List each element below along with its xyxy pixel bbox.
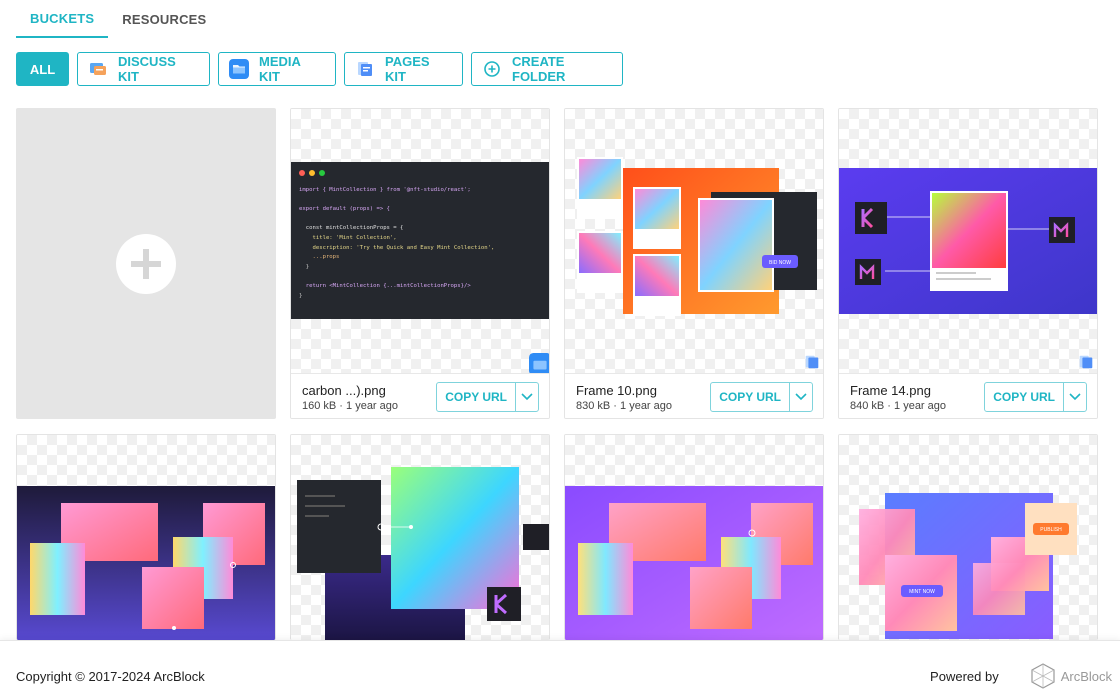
svg-text:MINT NOW: MINT NOW xyxy=(909,589,935,595)
file-thumbnail[interactable]: PUBLISH MINT NOW xyxy=(839,435,1097,640)
plus-circle-icon xyxy=(482,59,502,79)
create-folder-label: CREATE FOLDER xyxy=(512,54,566,84)
file-card[interactable]: Frame 14.png 840 kB · 1 year ago COPY UR… xyxy=(838,108,1098,419)
code-screenshot: import { MintCollection } from '@nft-stu… xyxy=(291,162,549,319)
frame-10-image: BID NOW xyxy=(577,157,817,316)
svg-text:BID NOW: BID NOW xyxy=(769,260,791,266)
upload-tile[interactable] xyxy=(16,108,276,419)
file-thumbnail[interactable]: BID NOW xyxy=(565,109,823,373)
filter-all-button[interactable]: ALL xyxy=(16,52,69,86)
arcblock-logo-text: ArcBlock xyxy=(1060,668,1112,684)
file-meta: Frame 10.png 830 kB · 1 year ago COPY UR… xyxy=(565,373,823,418)
file-thumbnail[interactable]: import { MintCollection } from '@nft-stu… xyxy=(291,109,549,373)
chevron-down-icon[interactable] xyxy=(1064,383,1086,411)
filter-bar: ALL DISCUSS KIT MEDIA KIT PAGES KIT CREA… xyxy=(16,52,623,86)
pages-kit-icon xyxy=(1077,353,1095,371)
tab-bar: BUCKETS RESOURCES xyxy=(16,0,220,38)
window-dots xyxy=(299,170,325,176)
powered-by: Powered by ArcBlock xyxy=(930,663,1112,689)
copy-url-button[interactable]: COPY URL xyxy=(984,382,1087,412)
file-thumbnail[interactable] xyxy=(839,109,1097,373)
file-info: 160 kB · 1 year ago xyxy=(302,400,399,412)
folder-icon xyxy=(229,59,249,79)
gradient-art-image: PUBLISH MINT NOW xyxy=(859,493,1077,639)
footer: Copyright © 2017-2024 ArcBlock Powered b… xyxy=(0,640,1120,700)
code-text: import { MintCollection } from '@nft-stu… xyxy=(299,187,495,299)
gradient-art-image xyxy=(565,486,823,640)
filter-pages-kit-label: PAGES KIT xyxy=(385,54,430,84)
pages-kit-icon xyxy=(355,59,375,79)
media-bucket-page: BUCKETS RESOURCES ALL DISCUSS KIT MEDIA … xyxy=(0,0,1120,700)
tab-resources[interactable]: RESOURCES xyxy=(108,0,220,38)
frame-14-image xyxy=(839,168,1097,314)
arcblock-logo-icon[interactable]: ArcBlock xyxy=(1031,663,1112,689)
folder-icon xyxy=(529,353,549,373)
file-card[interactable] xyxy=(16,434,276,640)
copy-url-button[interactable]: COPY URL xyxy=(436,382,539,412)
filter-media-kit-button[interactable]: MEDIA KIT xyxy=(218,52,336,86)
file-thumbnail[interactable] xyxy=(565,435,823,640)
file-thumbnail[interactable] xyxy=(17,435,275,640)
file-card[interactable] xyxy=(564,434,824,640)
create-folder-button[interactable]: CREATE FOLDER xyxy=(471,52,623,86)
file-card[interactable]: import { MintCollection } from '@nft-stu… xyxy=(290,108,550,419)
filter-all-label: ALL xyxy=(29,61,56,77)
file-thumbnail[interactable] xyxy=(291,435,549,640)
gradient-art-image xyxy=(17,486,275,640)
file-card[interactable]: PUBLISH MINT NOW xyxy=(838,434,1098,640)
powered-by-label: Powered by xyxy=(930,668,999,684)
chevron-down-icon[interactable] xyxy=(516,383,538,411)
file-name: carbon ...).png xyxy=(302,383,386,398)
file-card[interactable] xyxy=(290,434,550,640)
file-info: 840 kB · 1 year ago xyxy=(850,400,947,412)
pages-kit-icon xyxy=(803,353,821,371)
discuss-kit-icon xyxy=(88,59,108,79)
tab-buckets[interactable]: BUCKETS xyxy=(16,0,109,38)
chevron-down-icon[interactable] xyxy=(790,383,812,411)
file-info: 830 kB · 1 year ago xyxy=(576,400,673,412)
file-name: Frame 10.png xyxy=(576,383,657,398)
file-card[interactable]: BID NOW Frame 10.png 830 kB · 1 year ago… xyxy=(564,108,824,419)
filter-media-kit-label: MEDIA KIT xyxy=(259,54,301,84)
filter-pages-kit-button[interactable]: PAGES KIT xyxy=(344,52,463,86)
copy-url-label[interactable]: COPY URL xyxy=(985,383,1064,411)
svg-text:PUBLISH: PUBLISH xyxy=(1040,527,1062,533)
gradient-art-image xyxy=(297,467,549,640)
filter-discuss-kit-label: DISCUSS KIT xyxy=(118,54,176,84)
copy-url-label[interactable]: COPY URL xyxy=(711,383,790,411)
copy-url-button[interactable]: COPY URL xyxy=(710,382,813,412)
copyright-text: Copyright © 2017-2024 ArcBlock xyxy=(16,669,205,684)
file-meta: carbon ...).png 160 kB · 1 year ago COPY… xyxy=(291,373,549,418)
file-meta: Frame 14.png 840 kB · 1 year ago COPY UR… xyxy=(839,373,1097,418)
copy-url-label[interactable]: COPY URL xyxy=(437,383,516,411)
add-icon xyxy=(116,234,176,294)
file-name: Frame 14.png xyxy=(850,383,931,398)
filter-discuss-kit-button[interactable]: DISCUSS KIT xyxy=(77,52,210,86)
